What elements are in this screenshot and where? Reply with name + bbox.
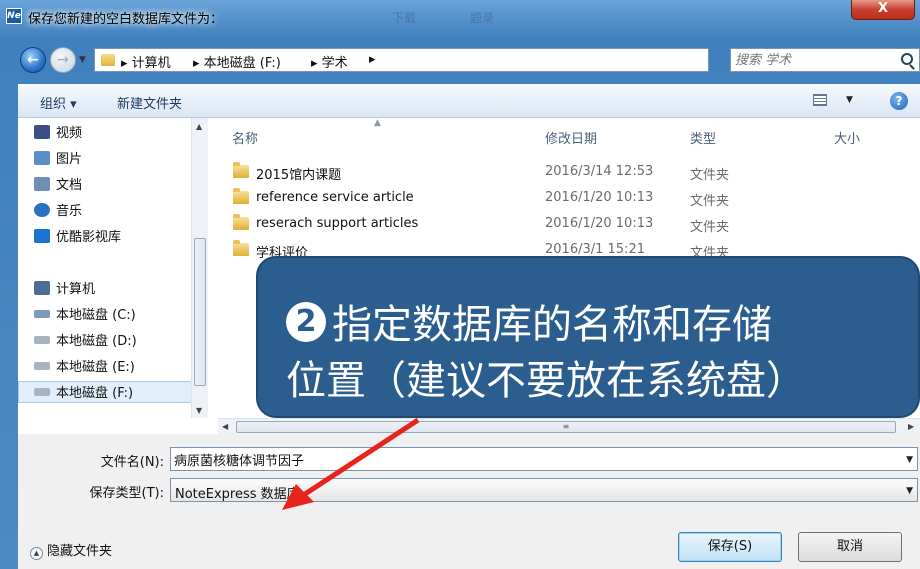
documents-icon bbox=[34, 177, 50, 191]
sort-ascending-icon: ▲ bbox=[374, 118, 381, 128]
video-icon bbox=[34, 125, 50, 139]
filename-dropdown-icon[interactable]: ▼ bbox=[906, 455, 913, 465]
column-header-date[interactable]: 修改日期 bbox=[545, 128, 597, 147]
breadcrumb-computer[interactable]: ▸ 计算机 bbox=[121, 52, 171, 71]
recent-pages-dropdown-icon[interactable]: ▼ bbox=[79, 55, 86, 65]
file-name: 2015馆内课题 bbox=[256, 168, 342, 183]
file-date: 2016/1/20 10:13 bbox=[545, 190, 654, 205]
sidebar-item-drive-c[interactable]: 本地磁盘 (C:) bbox=[34, 304, 136, 326]
filetype-select[interactable]: NoteExpress 数据库 ▼ bbox=[170, 478, 918, 502]
sidebar-item-pictures[interactable]: 图片 bbox=[34, 148, 82, 170]
folder-row[interactable]: 2015馆内课题 2016/3/14 12:53 文件夹 bbox=[218, 160, 920, 184]
dialog-window: Ne 保存您新建的空白数据库文件为： 下载 题录 X ← → ▼ ▸ 计算机 ▸… bbox=[0, 0, 920, 569]
callout-line-1: 指定数据库的名称和存储 bbox=[332, 302, 772, 348]
hide-folders-toggle[interactable]: ▲ 隐藏文件夹 bbox=[30, 540, 112, 560]
file-date: 2016/3/14 12:53 bbox=[545, 164, 654, 179]
search-icon[interactable] bbox=[901, 53, 913, 65]
drive-e-icon bbox=[34, 362, 50, 370]
navigation-bar: ← → ▼ ▸ 计算机 ▸ 本地磁盘 (F:) ▸ 学术 ▸ ▼ ↔ bbox=[12, 44, 920, 76]
computer-icon bbox=[34, 281, 50, 295]
filetype-selected-value: NoteExpress 数据库 bbox=[175, 487, 300, 502]
file-name: reference service article bbox=[256, 190, 414, 205]
scroll-down-icon[interactable]: ▼ bbox=[196, 406, 202, 415]
sidebar-item-video[interactable]: 视频 bbox=[34, 122, 82, 144]
window-title: 保存您新建的空白数据库文件为： bbox=[28, 12, 224, 27]
sidebar-item-drive-e[interactable]: 本地磁盘 (E:) bbox=[34, 356, 135, 378]
view-options-icon[interactable] bbox=[813, 94, 827, 106]
music-icon bbox=[34, 203, 50, 217]
file-type: 文件夹 bbox=[690, 168, 730, 183]
organize-menu[interactable]: 组织 ▾ bbox=[40, 93, 77, 112]
drive-c-icon bbox=[34, 310, 50, 318]
background-ghost-text: 题录 bbox=[470, 11, 495, 25]
save-button[interactable]: 保存(S) bbox=[678, 532, 782, 562]
scrollbar-thumb[interactable]: ≡ bbox=[236, 421, 896, 433]
column-header-name[interactable]: 名称 bbox=[232, 128, 258, 147]
breadcrumb-drive-f[interactable]: ▸ 本地磁盘 (F:) bbox=[193, 52, 281, 71]
folder-icon bbox=[233, 214, 249, 230]
drive-d-icon bbox=[34, 336, 50, 344]
file-list-horizontal-scrollbar[interactable]: ◀ ≡ ▶ bbox=[218, 418, 920, 434]
folder-icon bbox=[233, 162, 249, 178]
command-toolbar: 组织 ▾ 新建文件夹 ▼ ? bbox=[18, 84, 920, 118]
filename-label: 文件名(N): bbox=[100, 455, 164, 470]
title-bar[interactable]: Ne 保存您新建的空白数据库文件为： 下载 题录 X bbox=[0, 0, 920, 30]
sidebar-item-computer[interactable]: 计算机 bbox=[34, 278, 95, 300]
save-options-panel: 文件名(N): ▼ 保存类型(T): NoteExpress 数据库 ▼ ▲隐藏… bbox=[18, 434, 920, 569]
sidebar-item-music[interactable]: 音乐 bbox=[34, 200, 82, 222]
new-folder-button[interactable]: 新建文件夹 bbox=[117, 93, 182, 112]
filetype-label: 保存类型(T): bbox=[89, 486, 164, 501]
file-type: 文件夹 bbox=[690, 194, 730, 209]
view-dropdown-icon[interactable]: ▼ bbox=[846, 95, 853, 105]
back-button[interactable]: ← bbox=[20, 47, 46, 73]
file-type: 文件夹 bbox=[690, 220, 730, 235]
file-name: reserach support articles bbox=[256, 216, 419, 231]
navigation-pane: 视频 图片 文档 音乐 优酷影视库 计算机 本地磁盘 (C:) 本地磁盘 (D:… bbox=[18, 118, 208, 418]
file-date: 2016/1/20 10:13 bbox=[545, 216, 654, 231]
forward-button[interactable]: → bbox=[50, 47, 76, 73]
scroll-left-icon[interactable]: ◀ bbox=[222, 422, 228, 431]
folder-icon bbox=[233, 188, 249, 204]
folder-icon bbox=[101, 54, 115, 66]
breadcrumb-subfolders[interactable]: ▸ bbox=[369, 52, 376, 67]
navigation-scrollbar[interactable]: ▲ ▼ bbox=[191, 118, 208, 418]
filename-field[interactable]: ▼ bbox=[170, 447, 918, 471]
callout-line-2: 位置（建议不要放在系统盘） bbox=[286, 358, 806, 404]
sidebar-item-drive-d[interactable]: 本地磁盘 (D:) bbox=[34, 330, 137, 352]
filetype-dropdown-icon[interactable]: ▼ bbox=[906, 486, 913, 496]
file-date: 2016/3/1 15:21 bbox=[545, 242, 645, 257]
filename-input[interactable] bbox=[174, 450, 874, 468]
youku-icon bbox=[34, 229, 50, 243]
help-icon[interactable]: ? bbox=[890, 92, 908, 110]
search-box[interactable] bbox=[730, 48, 920, 72]
folder-row[interactable]: reference service article 2016/1/20 10:1… bbox=[218, 186, 920, 210]
column-header-size[interactable]: 大小 bbox=[834, 128, 860, 147]
sidebar-item-youku[interactable]: 优酷影视库 bbox=[34, 226, 121, 248]
collapse-icon: ▲ bbox=[30, 547, 43, 560]
close-button[interactable]: X bbox=[851, 0, 915, 20]
breadcrumb-xueshu[interactable]: ▸ 学术 bbox=[311, 52, 348, 71]
step-number-badge: 2 bbox=[286, 302, 326, 342]
background-ghost-text: 下载 bbox=[392, 11, 417, 25]
scrollbar-thumb[interactable] bbox=[194, 238, 206, 386]
column-header-type[interactable]: 类型 bbox=[690, 128, 716, 147]
noteexpress-app-icon: Ne bbox=[6, 8, 22, 24]
instruction-callout: 2 指定数据库的名称和存储 位置（建议不要放在系统盘） bbox=[256, 256, 920, 418]
scroll-up-icon[interactable]: ▲ bbox=[196, 122, 202, 131]
pictures-icon bbox=[34, 151, 50, 165]
folder-row[interactable]: reserach support articles 2016/1/20 10:1… bbox=[218, 212, 920, 236]
drive-f-icon bbox=[34, 388, 50, 396]
search-input[interactable] bbox=[735, 51, 885, 69]
cancel-button[interactable]: 取消 bbox=[798, 532, 902, 562]
sidebar-item-drive-f[interactable]: 本地磁盘 (F:) bbox=[18, 381, 206, 403]
sidebar-item-documents[interactable]: 文档 bbox=[34, 174, 82, 196]
folder-icon bbox=[233, 240, 249, 256]
address-bar[interactable]: ▸ 计算机 ▸ 本地磁盘 (F:) ▸ 学术 ▸ ▼ ↔ bbox=[94, 48, 794, 72]
scroll-right-icon[interactable]: ▶ bbox=[908, 422, 914, 431]
